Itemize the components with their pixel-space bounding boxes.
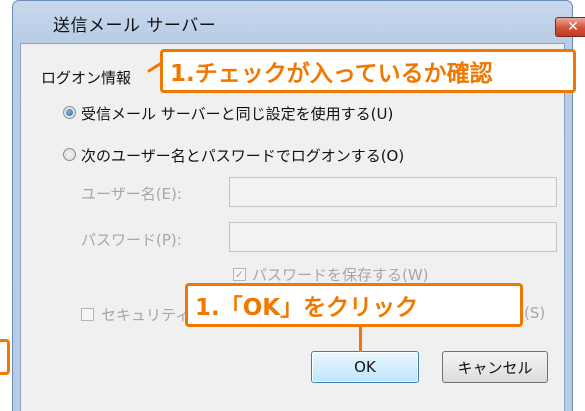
custom-logon-label[interactable]: 次のユーザー名とパスワードでログオンする(O) xyxy=(81,145,404,166)
save-password-label[interactable]: パスワードを保存する(W) xyxy=(252,264,429,285)
logon-group-label: ログオン情報 xyxy=(41,69,132,87)
secure-auth-checkbox[interactable] xyxy=(81,308,94,321)
ok-button[interactable]: OK xyxy=(311,351,419,383)
secure-auth-accesskey: (S) xyxy=(524,304,546,322)
check-callout: 1.チェックが入っているか確認 xyxy=(160,49,576,93)
password-field[interactable] xyxy=(229,222,557,252)
close-icon: ✕ xyxy=(567,19,579,35)
username-field[interactable] xyxy=(229,177,557,207)
dialog-title: 送信メール サーバー xyxy=(53,16,217,36)
click-ok-callout: 1.「OK」をクリック xyxy=(185,283,523,327)
same-settings-radio[interactable] xyxy=(63,106,76,119)
dialog-body: ログオン情報 受信メール サーバーと同じ設定を使用する(U) 次のユーザー名とパ… xyxy=(20,43,565,411)
cancel-button[interactable]: キャンセル xyxy=(442,351,548,383)
same-settings-label[interactable]: 受信メール サーバーと同じ設定を使用する(U) xyxy=(81,103,393,124)
username-label: ユーザー名(E): xyxy=(81,185,182,203)
password-label: パスワード(P): xyxy=(81,231,182,249)
save-password-checkbox[interactable]: ✓ xyxy=(233,268,246,281)
close-button[interactable]: ✕ xyxy=(555,17,585,37)
custom-logon-radio[interactable] xyxy=(63,148,76,161)
secure-auth-label[interactable]: セキュリティ xyxy=(101,304,190,325)
edge-marker xyxy=(0,339,10,375)
click-ok-callout-leader xyxy=(359,326,362,352)
